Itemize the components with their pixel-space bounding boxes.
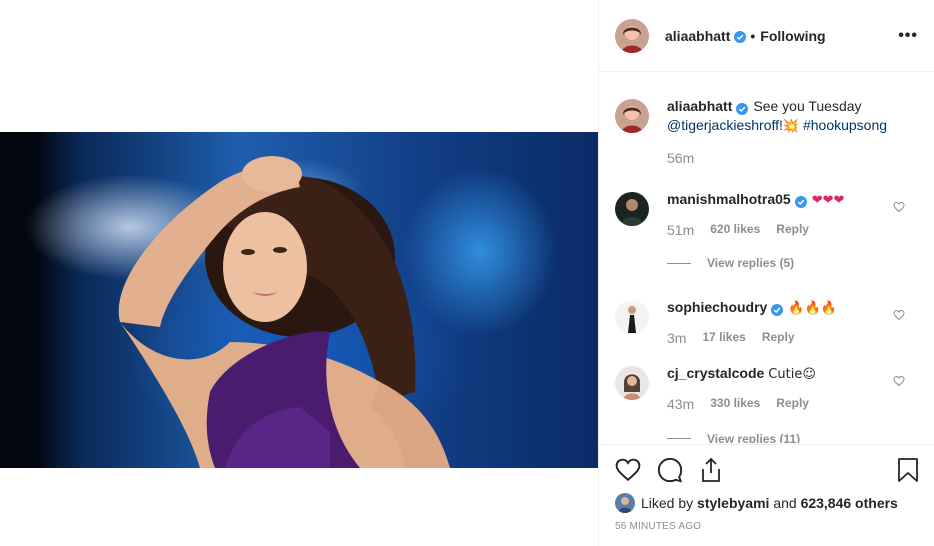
liked-by-conjunction: and bbox=[773, 495, 797, 511]
reply-button[interactable]: Reply bbox=[776, 222, 809, 238]
post-header: aliaabhatt • Following ••• bbox=[599, 0, 934, 72]
view-replies-label: View replies (11) bbox=[707, 434, 801, 443]
caption-username[interactable]: aliaabhatt bbox=[667, 98, 732, 114]
post-details-panel: aliaabhatt • Following ••• aliaabhatt See… bbox=[598, 0, 934, 546]
comment-likes[interactable]: 620 likes bbox=[710, 222, 760, 238]
likes-count-link[interactable]: 623,846 others bbox=[801, 495, 898, 511]
caption-mention-link[interactable]: @tigerjackieshroff! bbox=[667, 117, 783, 133]
heart-icon[interactable] bbox=[615, 458, 641, 485]
comment-username[interactable]: cj_crystalcode bbox=[667, 365, 764, 381]
share-icon[interactable] bbox=[699, 457, 723, 486]
post-actions: Liked by stylebyami and 623,846 others 5… bbox=[599, 444, 934, 532]
verified-badge-icon bbox=[734, 30, 747, 43]
liker-avatar[interactable] bbox=[615, 493, 635, 513]
caption-hashtag-link[interactable]: #hookupsong bbox=[803, 117, 887, 133]
comment-username[interactable]: sophiechoudry bbox=[667, 299, 767, 315]
author-avatar[interactable] bbox=[615, 18, 649, 53]
view-replies-button[interactable]: View replies (5) bbox=[667, 256, 919, 270]
post-timestamp[interactable]: 56 MINUTES AGO bbox=[615, 521, 919, 532]
liked-by-row: Liked by stylebyami and 623,846 others bbox=[615, 493, 919, 513]
commenter-avatar[interactable] bbox=[615, 366, 649, 400]
reply-button[interactable]: Reply bbox=[762, 330, 795, 346]
comment-time[interactable]: 3m bbox=[667, 330, 686, 346]
comment-likes[interactable]: 330 likes bbox=[710, 396, 760, 412]
view-replies-button-partial[interactable]: View replies (11) bbox=[667, 434, 919, 443]
verified-badge-icon bbox=[794, 194, 807, 209]
comment-bubble-icon[interactable] bbox=[657, 457, 683, 486]
bookmark-icon[interactable] bbox=[897, 457, 919, 486]
comment-item: cj_crystalcode Cutie☺ 43m 330 likes Reply bbox=[615, 364, 919, 412]
more-options-button[interactable]: ••• bbox=[898, 27, 918, 45]
liked-by-user-link[interactable]: stylebyami bbox=[697, 495, 769, 511]
comment-time[interactable]: 43m bbox=[667, 396, 694, 412]
caption-comment: aliaabhatt See you Tuesday @tigerjackiesh… bbox=[615, 97, 919, 166]
caption-text: See you Tuesday bbox=[753, 98, 862, 114]
post-media-area bbox=[0, 0, 598, 546]
comment-text: ❤❤❤ bbox=[811, 193, 845, 208]
comment-item: manishmalhotra05 ❤❤❤ 51m 620 likes Reply bbox=[615, 190, 919, 238]
commenter-avatar[interactable] bbox=[615, 300, 649, 334]
comment-username[interactable]: manishmalhotra05 bbox=[667, 191, 791, 207]
comment-item: sophiechoudry 🔥🔥🔥 3m 17 likes Reply bbox=[615, 298, 919, 346]
comment-time[interactable]: 51m bbox=[667, 222, 694, 238]
comment-likes[interactable]: 17 likes bbox=[702, 330, 745, 346]
comments-list[interactable]: aliaabhatt See you Tuesday @tigerjackiesh… bbox=[599, 73, 934, 444]
verified-badge-icon bbox=[771, 302, 784, 317]
liked-by-prefix: Liked by bbox=[641, 495, 694, 511]
action-icons-row bbox=[615, 445, 919, 493]
view-replies-label: View replies (5) bbox=[707, 256, 795, 270]
post-photo[interactable] bbox=[0, 132, 598, 468]
caption-time[interactable]: 56m bbox=[667, 150, 694, 166]
separator-dot: • bbox=[750, 27, 756, 44]
heart-icon[interactable] bbox=[893, 200, 905, 213]
commenter-avatar[interactable] bbox=[615, 192, 649, 226]
comment-text: Cutie☺ bbox=[768, 367, 816, 382]
reply-button[interactable]: Reply bbox=[776, 396, 809, 412]
replies-divider-line bbox=[667, 438, 691, 439]
author-username[interactable]: aliaabhatt bbox=[665, 28, 730, 44]
comment-text: 🔥🔥🔥 bbox=[788, 301, 837, 316]
replies-divider-line bbox=[667, 262, 691, 264]
heart-icon[interactable] bbox=[893, 308, 905, 321]
verified-badge-icon bbox=[736, 101, 749, 116]
heart-icon[interactable] bbox=[893, 374, 905, 387]
explosion-emoji: 💥 bbox=[782, 119, 800, 134]
caption-avatar[interactable] bbox=[615, 99, 649, 133]
photo-illustration bbox=[118, 156, 450, 468]
following-button[interactable]: Following bbox=[760, 28, 825, 44]
